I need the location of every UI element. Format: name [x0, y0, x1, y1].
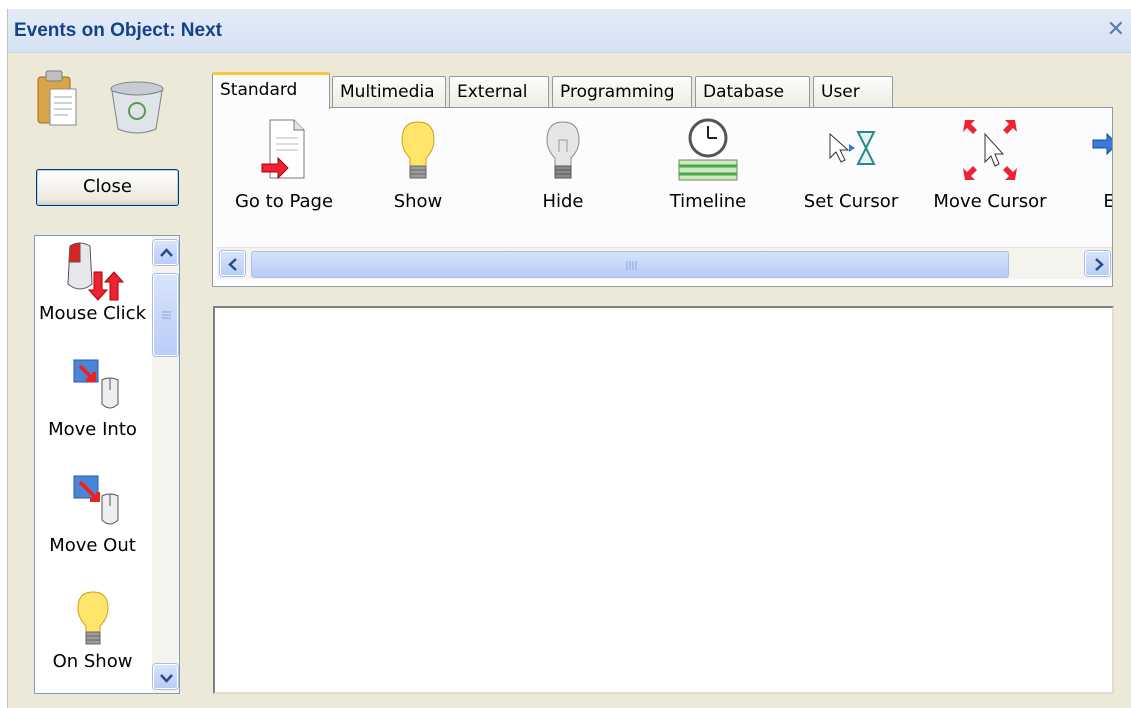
- action-label: Hide: [542, 191, 584, 212]
- actions-panel: Go to Page Show Hide Timeline Set Cursor…: [212, 107, 1113, 287]
- lightbulb-off-icon: [546, 121, 580, 179]
- action-move-cursor[interactable]: Move Cursor: [925, 112, 1055, 214]
- chevron-right-icon: [1095, 258, 1104, 271]
- action-set-cursor[interactable]: Set Cursor: [791, 112, 911, 214]
- close-button[interactable]: Close: [36, 169, 179, 206]
- lightbulb-on-icon: [401, 121, 435, 179]
- recycle-bin-icon[interactable]: [108, 79, 166, 135]
- tab-database[interactable]: Database: [695, 76, 810, 108]
- tab-standard[interactable]: Standard: [212, 72, 330, 109]
- timeline-clock-icon: [678, 118, 738, 181]
- event-label: Mouse Click: [38, 303, 146, 324]
- actions-scrollbar[interactable]: [217, 247, 1112, 279]
- chevron-left-icon: [228, 258, 237, 271]
- action-label: Timeline: [669, 191, 747, 212]
- events-list[interactable]: Mouse Click Move Into Move Out On Show: [34, 235, 180, 694]
- action-label: E: [1079, 190, 1112, 214]
- scroll-down-button[interactable]: [153, 664, 178, 689]
- arrow-right-icon: [1092, 132, 1112, 156]
- scroll-thumb[interactable]: [153, 274, 178, 356]
- cursor-hourglass-icon: [829, 131, 876, 165]
- events-scrollbar[interactable]: [152, 236, 179, 693]
- tab-programming[interactable]: Programming: [552, 76, 692, 108]
- event-item-on-show[interactable]: On Show: [35, 588, 150, 673]
- action-label: Go to Page: [234, 191, 334, 212]
- scroll-up-button[interactable]: [153, 240, 178, 265]
- move-into-icon: [73, 359, 118, 409]
- action-timeline[interactable]: Timeline: [653, 112, 763, 214]
- chevron-down-icon: [160, 674, 173, 683]
- clipboard-icon[interactable]: [36, 67, 80, 129]
- scroll-left-button[interactable]: [220, 251, 245, 276]
- lightbulb-on-icon: [76, 591, 109, 645]
- title-bar: Events on Object: Next ✕: [8, 9, 1131, 53]
- close-icon[interactable]: ✕: [1107, 17, 1125, 42]
- action-label: Move Cursor: [933, 191, 1047, 212]
- document-arrow-icon: [261, 119, 305, 180]
- move-out-icon: [73, 475, 118, 525]
- event-label: On Show: [52, 651, 133, 672]
- event-label: Move Out: [49, 535, 136, 556]
- event-item-mouse-click[interactable]: Mouse Click: [35, 240, 150, 325]
- tab-external[interactable]: External: [449, 76, 549, 108]
- events-panel: Events on Object: Next ✕ Close Mouse Cli…: [7, 9, 1131, 708]
- event-actions-area[interactable]: [213, 306, 1114, 694]
- mouse-click-icon: [66, 242, 124, 301]
- action-show[interactable]: Show: [363, 112, 473, 214]
- scroll-right-button[interactable]: [1085, 251, 1110, 276]
- action-hide[interactable]: Hide: [508, 112, 618, 214]
- event-item-move-out[interactable]: Move Out: [35, 472, 150, 557]
- window-title: Events on Object: Next: [14, 20, 222, 41]
- action-partial[interactable]: E: [1079, 112, 1112, 214]
- action-label: Show: [393, 191, 443, 212]
- scroll-thumb[interactable]: [251, 251, 1009, 278]
- tab-multimedia[interactable]: Multimedia: [332, 76, 446, 108]
- action-go-to-page[interactable]: Go to Page: [219, 112, 349, 214]
- chevron-up-icon: [160, 248, 173, 257]
- event-label: Move Into: [48, 419, 137, 440]
- event-item-move-into[interactable]: Move Into: [35, 356, 150, 441]
- tab-user[interactable]: User: [813, 76, 893, 108]
- action-label: Set Cursor: [803, 191, 899, 212]
- move-cursor-icon: [963, 120, 1017, 180]
